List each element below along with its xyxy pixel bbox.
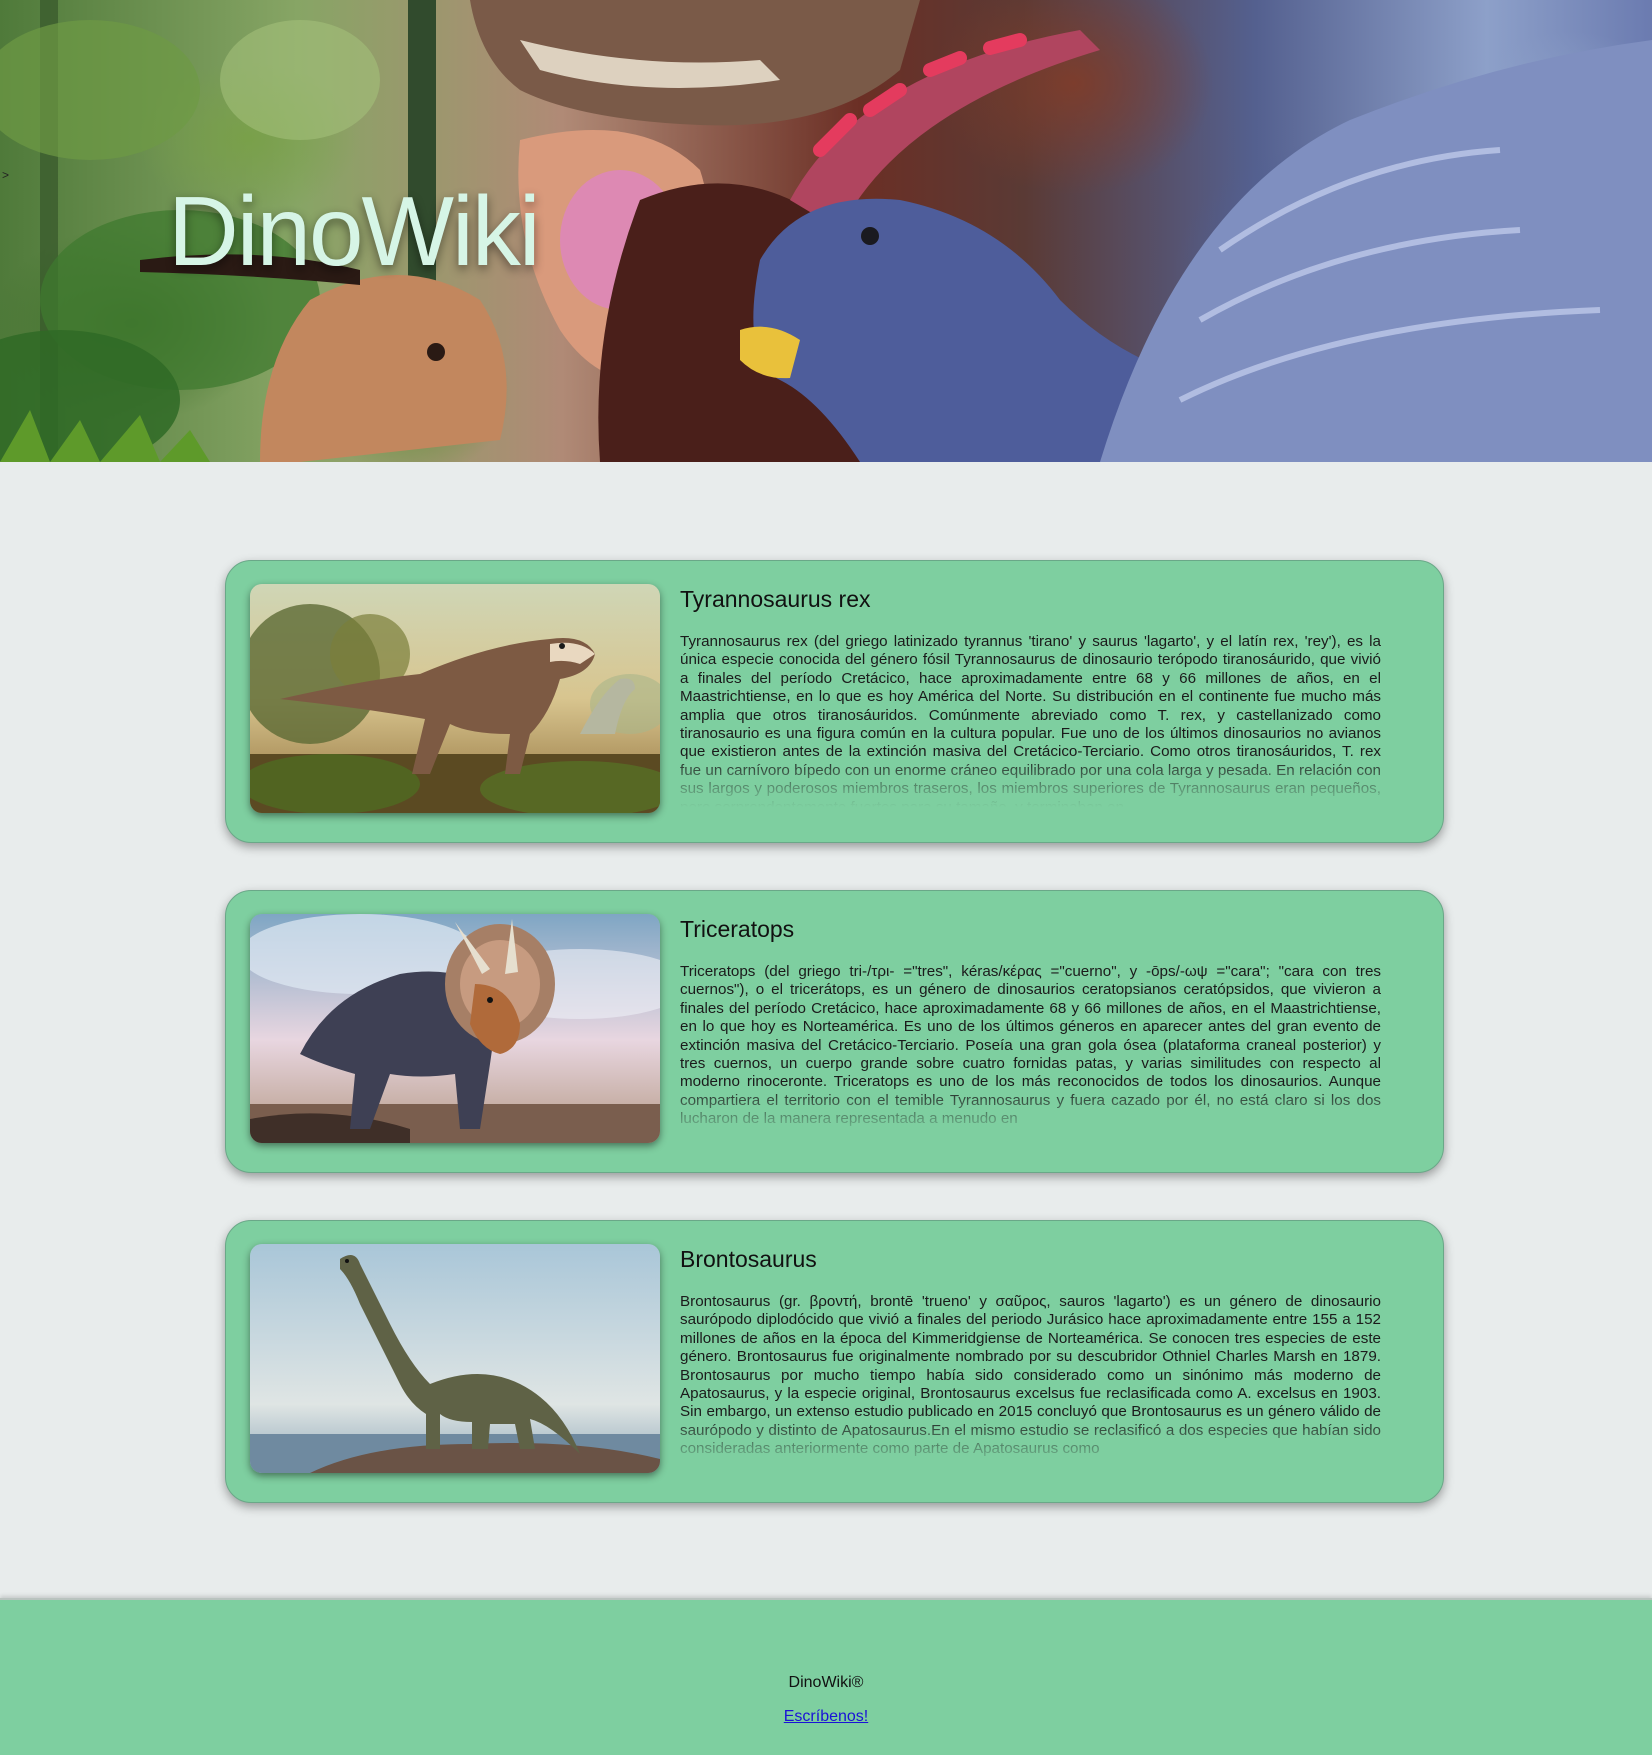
dinosaur-card-triceratops: Triceratops Triceratops (del griego tri-… [225, 890, 1444, 1173]
stray-arrow-mark: > [2, 168, 10, 182]
dinosaur-card-trex: Tyrannosaurus rex Tyrannosaurus rex (del… [225, 560, 1444, 843]
brontosaurus-illustration [250, 1244, 660, 1473]
triceratops-illustration [250, 914, 660, 1143]
trex-card-body: Tyrannosaurus rex Tyrannosaurus rex (del… [680, 583, 1381, 807]
dinosaur-card-list: Tyrannosaurus rex Tyrannosaurus rex (del… [225, 560, 1444, 1550]
card-description: Brontosaurus (gr. βροντή, brontē 'trueno… [680, 1293, 1381, 1458]
site-footer: DinoWiki® Escríbenos! [0, 1598, 1652, 1755]
card-title: Brontosaurus [680, 1246, 817, 1272]
contact-link[interactable]: Escríbenos! [784, 1708, 868, 1725]
brontosaurus-card-body: Brontosaurus Brontosaurus (gr. βροντή, b… [680, 1243, 1381, 1467]
footer-brand: DinoWiki® [788, 1674, 864, 1691]
trex-image [250, 584, 660, 813]
brontosaurus-image [250, 1244, 660, 1473]
footer-contact: Escríbenos! [0, 1708, 1652, 1726]
triceratops-image [250, 914, 660, 1143]
card-title: Triceratops [680, 916, 795, 942]
card-description: Triceratops (del griego tri-/τρι- ="tres… [680, 963, 1381, 1128]
card-description: Tyrannosaurus rex (del griego latinizado… [680, 633, 1381, 807]
dinosaur-card-brontosaurus: Brontosaurus Brontosaurus (gr. βροντή, b… [225, 1220, 1444, 1503]
card-title: Tyrannosaurus rex [680, 586, 871, 612]
hero-banner: > DinoWiki [0, 0, 1652, 462]
trex-illustration [250, 584, 660, 813]
triceratops-card-body: Triceratops Triceratops (del griego tri-… [680, 913, 1381, 1137]
site-title: DinoWiki [168, 176, 541, 286]
